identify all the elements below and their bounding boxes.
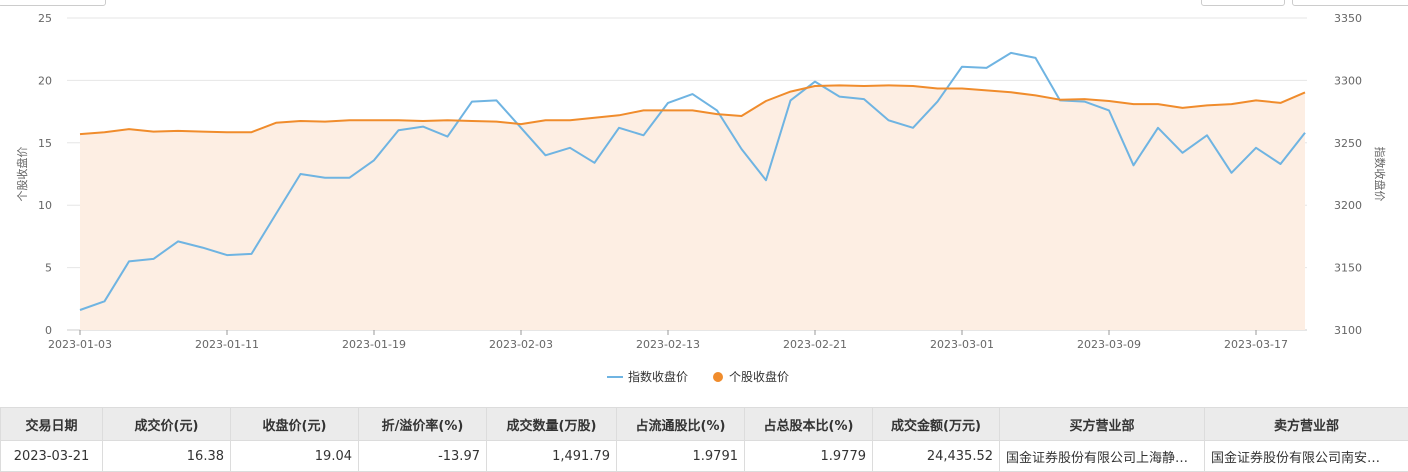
cell-deal-price: 16.38: [103, 441, 231, 472]
y-right-tick-label: 3250: [1334, 137, 1362, 150]
x-tick-label: 2023-02-13: [636, 338, 700, 351]
legend-label-stock: 个股收盘价: [729, 369, 789, 384]
cell-total-ratio: 1.9779: [745, 441, 873, 472]
header-volume[interactable]: 成交数量(万股): [487, 408, 617, 441]
header-premium-rate[interactable]: 折/溢价率(%): [359, 408, 487, 441]
y-left-tick-label: 15: [38, 137, 52, 150]
x-tick-label: 2023-01-19: [342, 338, 406, 351]
x-tick-label: 2023-02-21: [783, 338, 847, 351]
trade-table: 交易日期 成交价(元) 收盘价(元) 折/溢价率(%) 成交数量(万股) 占流通…: [0, 407, 1408, 472]
x-tick-label: 2023-03-17: [1224, 338, 1288, 351]
series-area-stock: [80, 85, 1305, 330]
x-tick-label: 2023-02-03: [489, 338, 553, 351]
cell-volume: 1,491.79: [487, 441, 617, 472]
header-buyer[interactable]: 买方营业部: [1000, 408, 1205, 441]
x-tick-label: 2023-03-01: [930, 338, 994, 351]
x-tick-label: 2023-01-11: [195, 338, 259, 351]
cell-amount: 24,435.52: [873, 441, 1000, 472]
y-right-axis-title: 指数收盘价: [1373, 147, 1387, 202]
x-tick-label: 2023-03-09: [1077, 338, 1141, 351]
y-left-tick-label: 5: [45, 262, 52, 275]
y-right-tick-label: 3200: [1334, 199, 1362, 212]
cell-close-price: 19.04: [231, 441, 359, 472]
header-close-price[interactable]: 收盘价(元): [231, 408, 359, 441]
x-tick-label: 2023-01-03: [48, 338, 112, 351]
y-right-tick-label: 3150: [1334, 262, 1362, 275]
legend-swatch-stock: [713, 372, 723, 382]
legend-label-index: 指数收盘价: [628, 369, 688, 384]
cell-trade-date: 2023-03-21: [1, 441, 103, 472]
y-right-tick-label: 3100: [1334, 324, 1362, 337]
cell-float-ratio: 1.9791: [617, 441, 745, 472]
header-float-ratio[interactable]: 占流通股比(%): [617, 408, 745, 441]
header-deal-price[interactable]: 成交价(元): [103, 408, 231, 441]
cell-seller[interactable]: 国金证券股份有限公司南安…: [1205, 441, 1408, 472]
table-row: 2023-03-21 16.38 19.04 -13.97 1,491.79 1…: [1, 441, 1408, 472]
trade-table-container: 交易日期 成交价(元) 收盘价(元) 折/溢价率(%) 成交数量(万股) 占流通…: [0, 407, 1408, 472]
y-left-axis-title: 个股收盘价: [15, 147, 29, 202]
y-left-tick-label: 10: [38, 199, 52, 212]
chart-container: 0510152025310031503200325033003350个股收盘价指…: [0, 0, 1408, 400]
header-trade-date[interactable]: 交易日期: [1, 408, 103, 441]
y-left-tick-label: 0: [45, 324, 52, 337]
header-total-ratio[interactable]: 占总股本比(%): [745, 408, 873, 441]
header-amount[interactable]: 成交金额(万元): [873, 408, 1000, 441]
y-left-tick-label: 25: [38, 12, 52, 25]
y-left-tick-label: 20: [38, 74, 52, 87]
y-right-tick-label: 3350: [1334, 12, 1362, 25]
cell-buyer[interactable]: 国金证券股份有限公司上海静…: [1000, 441, 1205, 472]
cell-premium-rate: -13.97: [359, 441, 487, 472]
table-header-row: 交易日期 成交价(元) 收盘价(元) 折/溢价率(%) 成交数量(万股) 占流通…: [1, 408, 1408, 441]
y-right-tick-label: 3300: [1334, 74, 1362, 87]
chart-svg: 0510152025310031503200325033003350个股收盘价指…: [0, 0, 1408, 400]
header-seller[interactable]: 卖方营业部: [1205, 408, 1408, 441]
